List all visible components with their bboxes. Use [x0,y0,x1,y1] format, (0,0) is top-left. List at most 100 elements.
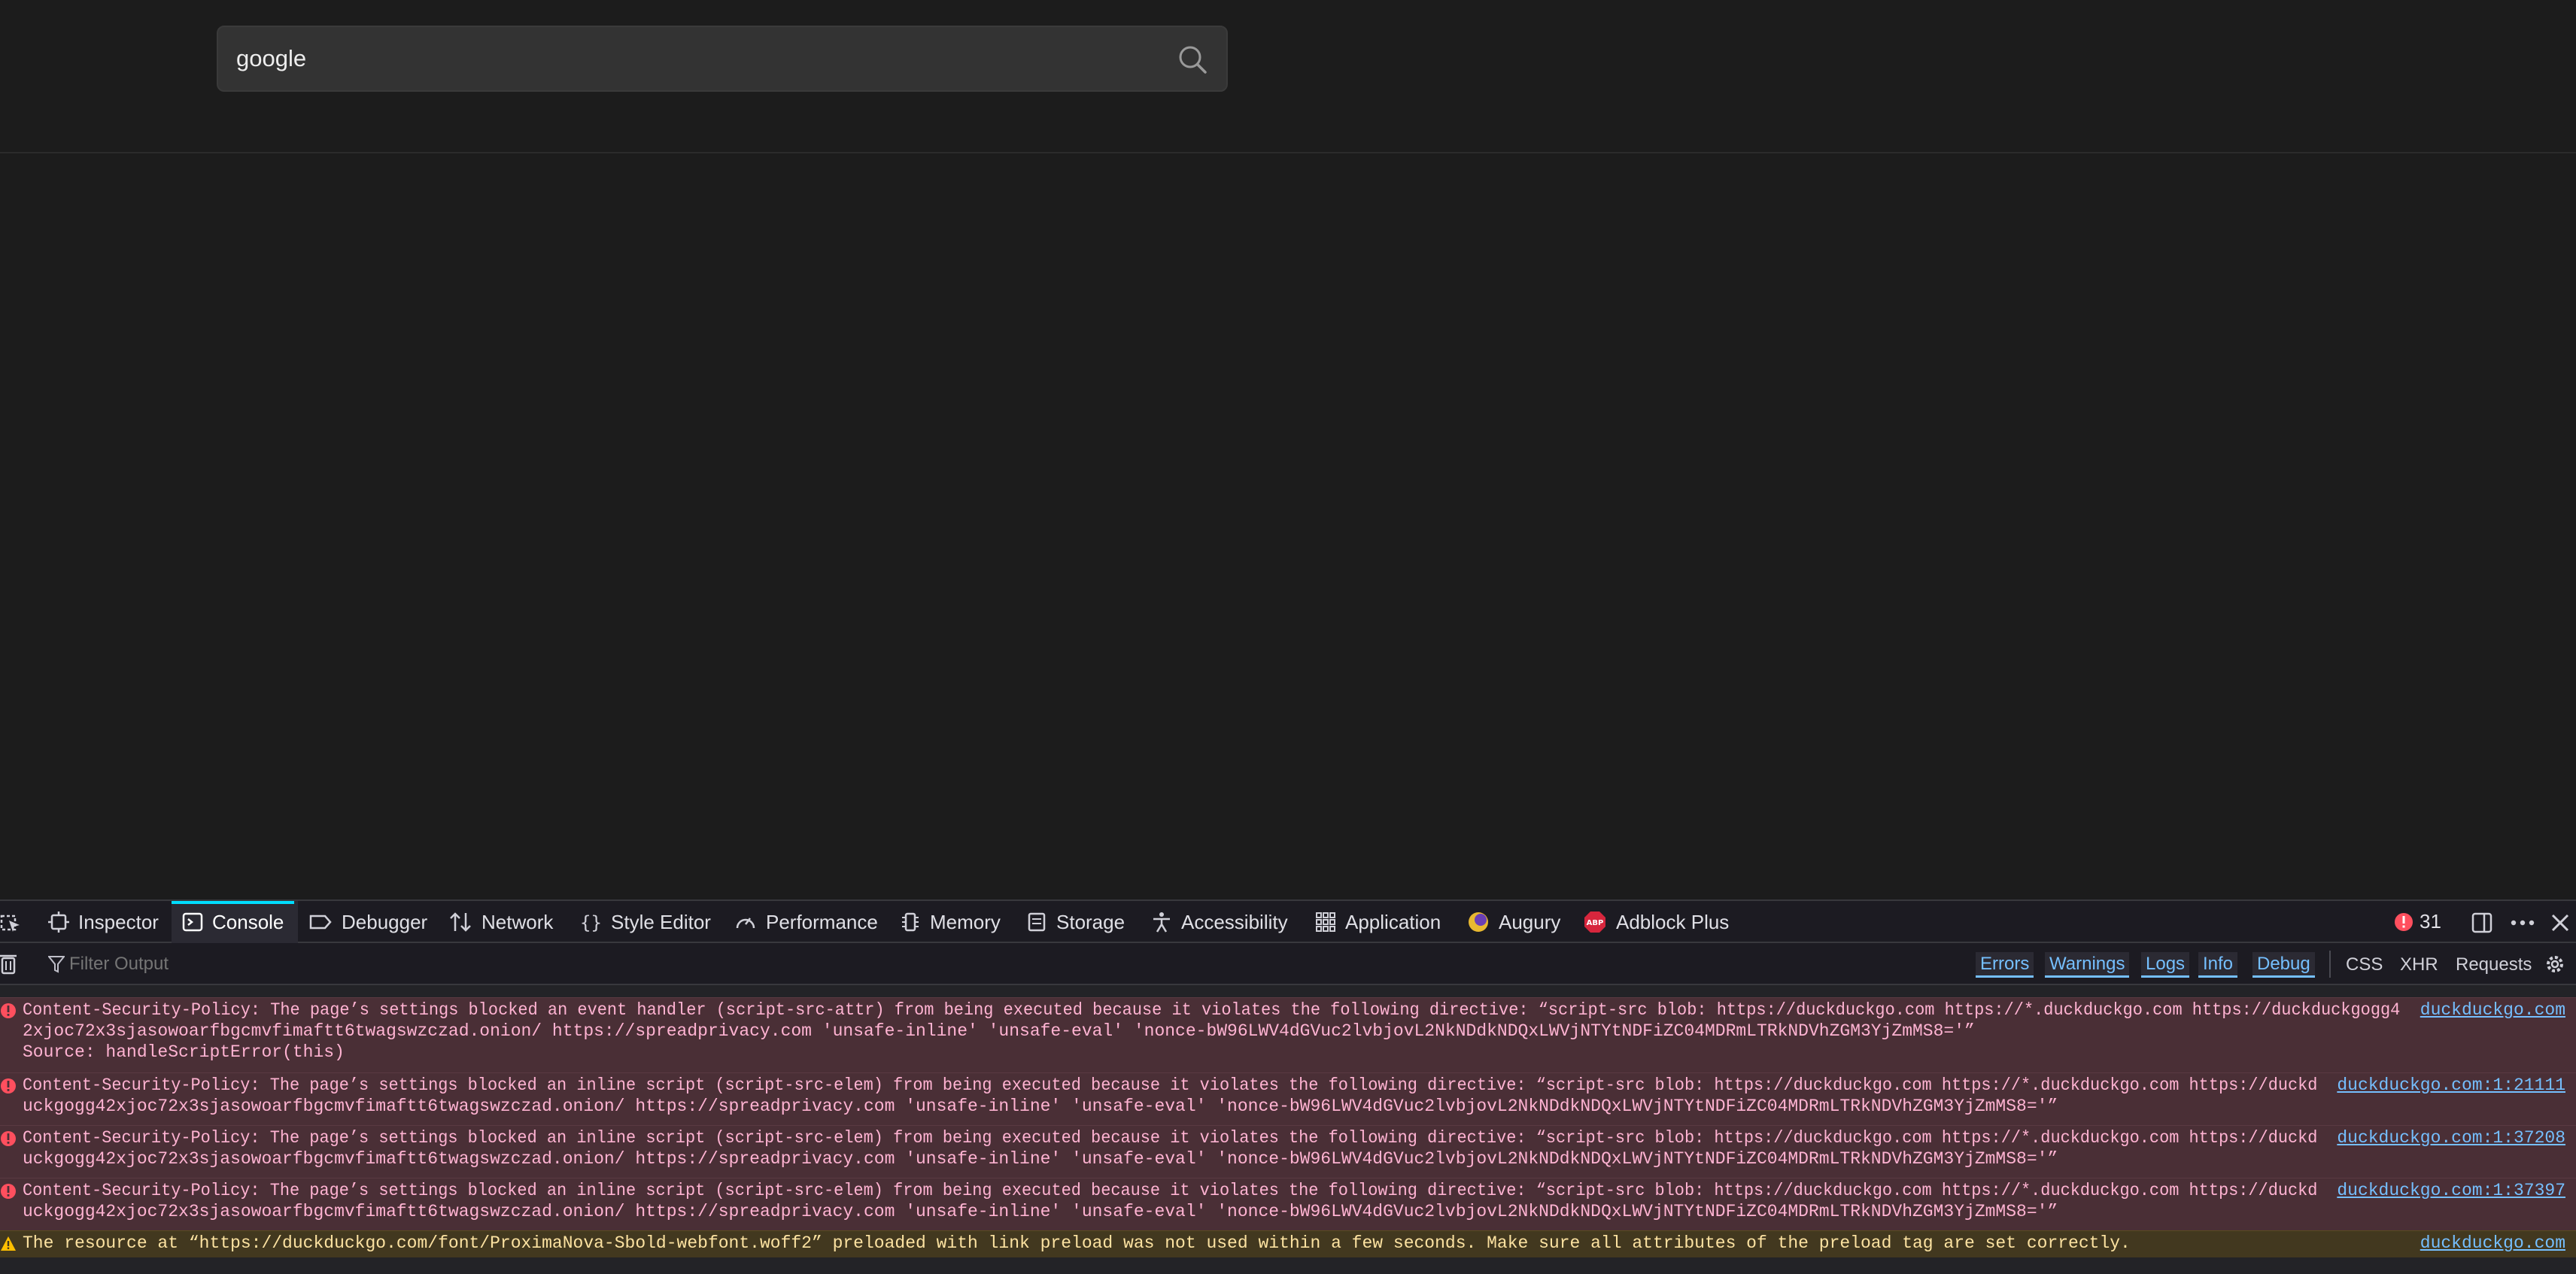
svg-text:{}: {} [580,912,602,933]
close-icon [2551,914,2569,932]
tab-adblock-plus[interactable]: ABP Adblock Plus [1583,901,1729,943]
adblock-plus-icon: ABP [1584,912,1605,933]
filter-debug-button[interactable]: Debug [2252,952,2315,978]
close-devtools-button[interactable] [2549,912,2571,938]
filter-logs-button[interactable]: Logs [2141,952,2190,978]
tab-augury[interactable]: Augury [1467,901,1560,943]
tab-label: Application [1345,910,1441,933]
tab-console[interactable]: Console [171,901,295,943]
console-message-error[interactable]: Content-Security-Policy: The page’s sett… [0,1178,2576,1230]
memory-icon [902,912,919,932]
message-line: uckgogg42xjoc72x3sjasowoarfbgcmvfimaftt6… [23,1149,2058,1169]
tab-label: Network [481,910,554,933]
message-source-link[interactable]: duckduckgo.com [2420,1233,2565,1254]
error-count-badge[interactable]: 31 [2394,910,2441,933]
filter-info-label: Info [2203,953,2234,974]
filter-requests-label: Requests [2456,954,2532,975]
message-line: The resource at “https://duckduckgo.com/… [23,1233,2131,1253]
gear-icon [2547,956,2563,972]
console-message-error[interactable]: Content-Security-Policy: The page’s sett… [0,997,2576,1072]
more-options-button[interactable] [2510,912,2535,938]
filter-icon [47,956,66,973]
element-picker-icon [0,915,20,932]
warning-icon [1,1236,16,1251]
tab-accessibility[interactable]: Accessibility [1151,901,1288,943]
tab-label: Performance [766,910,878,933]
tab-label: Memory [930,910,1001,933]
console-message-error[interactable]: Content-Security-Policy: The page’s sett… [0,1072,2576,1125]
tab-label: Debugger [342,910,428,933]
filter-output-input[interactable] [69,949,445,979]
dock-side-icon [2471,912,2492,933]
tab-label: Augury [1499,910,1561,933]
filter-errors-button[interactable]: Errors [1976,952,2034,978]
error-icon [2395,912,2413,931]
message-line: uckgogg42xjoc72x3sjasowoarfbgcmvfimaftt6… [23,1097,2058,1116]
inspector-icon [48,912,69,933]
message-source-link[interactable]: duckduckgo.com:1:37208 [2337,1127,2565,1148]
clear-console-button[interactable] [0,952,18,978]
filter-info-button[interactable]: Info [2198,952,2238,978]
application-icon [1316,912,1335,932]
dock-side-button[interactable] [2471,912,2493,938]
console-message-error[interactable]: Content-Security-Policy: The page’s sett… [0,1125,2576,1178]
filter-warnings-label: Warnings [2049,953,2125,974]
tab-label: Accessibility [1181,910,1288,933]
debugger-icon [309,915,332,930]
message-source-link[interactable]: duckduckgo.com:1:21111 [2337,1075,2565,1096]
page-header [0,0,2576,153]
filter-css-button[interactable]: CSS [2346,952,2383,978]
message-source-link[interactable]: duckduckgo.com:1:37397 [2337,1180,2565,1201]
accessibility-icon [1153,912,1170,933]
filter-xhr-button[interactable]: XHR [2400,952,2438,978]
error-icon [1,1131,16,1146]
more-options-icon [2511,920,2535,926]
tab-network[interactable]: Network [448,901,553,943]
augury-icon [1469,912,1488,932]
message-line: uckgogg42xjoc72x3sjasowoarfbgcmvfimaftt6… [23,1202,2058,1221]
search-button[interactable] [1175,42,1210,77]
error-icon [1,1003,16,1018]
network-icon [450,912,471,932]
message-line: Source: handleScriptError(this) [23,1042,345,1062]
message-line: Content-Security-Policy: The page’s sett… [23,1000,2401,1020]
page-content [0,0,2576,899]
message-line: Content-Security-Policy: The page’s sett… [23,1075,2318,1095]
tab-application[interactable]: Application [1315,901,1441,943]
error-count: 31 [2420,910,2441,933]
trash-icon [0,954,17,975]
search-input[interactable] [236,27,1139,90]
filter-xhr-label: XHR [2400,954,2438,975]
search-icon [1179,46,1207,74]
console-toolbar: Errors Warnings Logs Info Debug CSS XHR … [0,943,2576,985]
filter-requests-button[interactable]: Requests [2456,952,2532,978]
tab-debugger[interactable]: Debugger [308,901,427,943]
filter-icon-wrap [47,955,66,977]
tab-style-editor[interactable]: {} Style Editor [579,901,711,943]
tab-storage[interactable]: Storage [1026,901,1125,943]
message-line: 2xjoc72x3sjasowoarfbgcmvfimaftt6twagswzc… [23,1021,1975,1041]
tab-inspector[interactable]: Inspector [48,901,159,943]
performance-icon [736,918,755,929]
tab-label: Style Editor [611,910,711,933]
devtools-panel: Inspector Console Debugger Network {} St… [0,899,2576,1274]
storage-icon [1028,912,1046,932]
tab-label: Inspector [78,910,159,933]
message-source-link[interactable]: duckduckgo.com [2420,999,2565,1021]
filter-logs-label: Logs [2146,953,2186,974]
filter-css-label: CSS [2346,954,2383,975]
console-settings-button[interactable] [2543,952,2567,980]
console-message-warning[interactable]: The resource at “https://duckduckgo.com/… [0,1230,2576,1257]
devtools-tabbar: Inspector Console Debugger Network {} St… [0,901,2576,943]
tab-label: Adblock Plus [1616,910,1730,933]
search-box [217,26,1228,92]
element-picker-button[interactable] [0,912,21,936]
message-line: Content-Security-Policy: The page’s sett… [23,1128,2318,1148]
tab-performance[interactable]: Performance [734,901,878,943]
filter-warnings-button[interactable]: Warnings [2045,952,2130,978]
error-icon [1,1078,16,1094]
error-icon [1,1184,16,1199]
tab-label: Console [212,910,284,933]
style-editor-icon: {} [580,912,602,933]
tab-memory[interactable]: Memory [900,901,1001,943]
